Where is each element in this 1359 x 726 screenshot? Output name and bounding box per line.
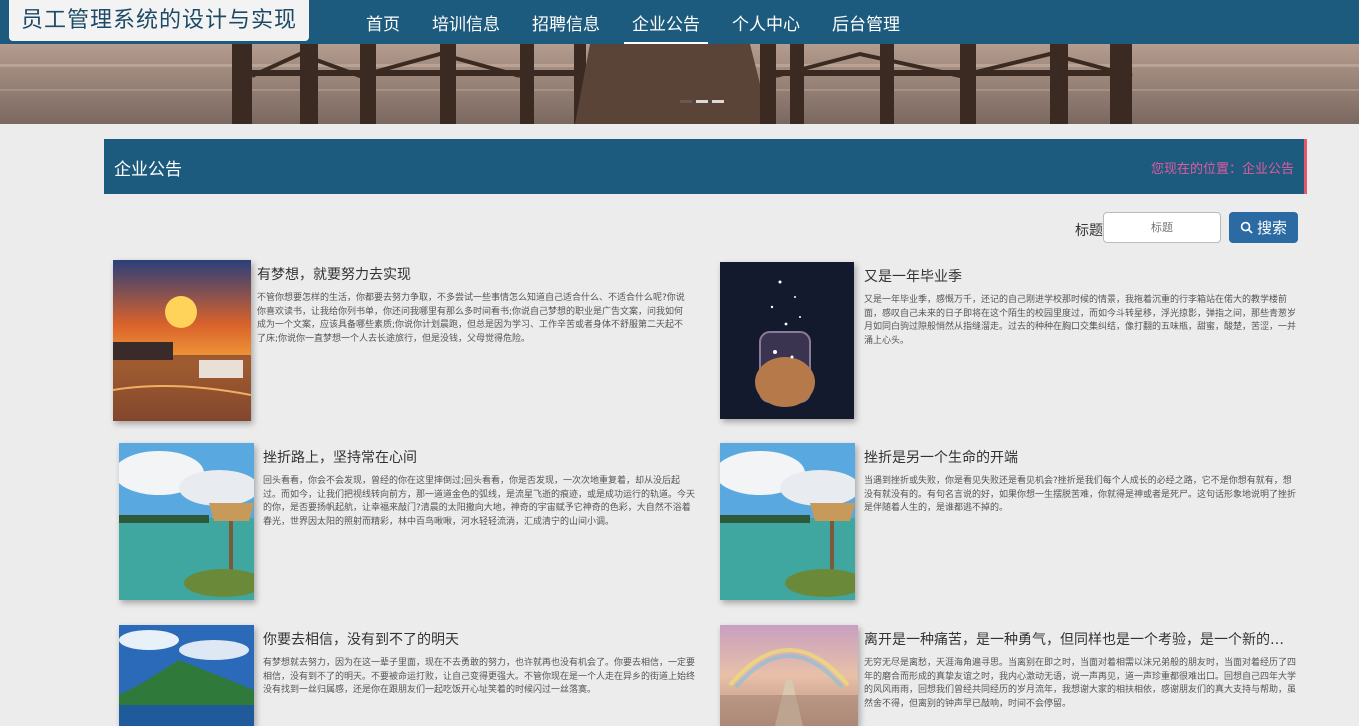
list-item[interactable]: 挫折是另一个生命的开端 当遇到挫折或失败，你是看见失败还是看见机会?挫折是我们每… bbox=[720, 443, 1300, 603]
announcement-summary: 无穷无尽是离愁，天涯海角遍寻思。当离别在即之时，当面对着相需以沫兄弟般的朋友时，… bbox=[864, 658, 1297, 709]
top-nav: 员工管理系统的设计与实现 首页 培训信息 招聘信息 企业公告 个人中心 后台管理 bbox=[0, 0, 1359, 44]
nav-item-admin[interactable]: 后台管理 bbox=[816, 0, 916, 44]
announcement-title[interactable]: 又是一年毕业季 bbox=[864, 266, 1296, 286]
announcement-summary: 当遇到挫折或失败，你是看见失败还是看见机会?挫折是我们每个人成长的必经之路，它不… bbox=[864, 476, 1297, 513]
banner-image bbox=[0, 44, 1359, 124]
list-item[interactable]: 离开是一种痛苦，是一种勇气，但同样也是一个考验，是一个新的开始 无穷无尽是离愁，… bbox=[720, 625, 1300, 726]
list-item[interactable]: 又是一年毕业季 又是一年毕业季，感慨万千，还记的自己刚进学校那时候的情景，我拖着… bbox=[720, 262, 1300, 422]
carousel-dot[interactable] bbox=[680, 100, 692, 103]
search-button-label: 搜索 bbox=[1256, 220, 1287, 237]
nav-menu: 首页 培训信息 招聘信息 企业公告 个人中心 后台管理 bbox=[350, 0, 916, 44]
section-title: 企业公告 bbox=[114, 160, 182, 180]
announcement-summary: 有梦想就去努力，因为在这一辈子里面，现在不去勇敢的努力，也许就再也没有机会了。你… bbox=[263, 658, 696, 695]
announcement-thumbnail[interactable] bbox=[119, 625, 254, 726]
announcement-summary: 又是一年毕业季，感慨万千，还记的自己刚进学校那时候的情景，我拖着沉重的行李箱站在… bbox=[864, 295, 1297, 346]
search-input[interactable] bbox=[1103, 212, 1221, 243]
carousel-dot[interactable] bbox=[712, 100, 724, 103]
list-item[interactable]: 你要去相信，没有到不了的明天 有梦想就去努力，因为在这一辈子里面，现在不去勇敢的… bbox=[119, 625, 699, 726]
announcement-title[interactable]: 挫折是另一个生命的开端 bbox=[864, 447, 1296, 467]
breadcrumb: 您现在的位置：企业公告 bbox=[1150, 162, 1294, 177]
announcement-title[interactable]: 离开是一种痛苦，是一种勇气，但同样也是一个考验，是一个新的开始 bbox=[864, 629, 1296, 649]
search-icon bbox=[1240, 221, 1253, 234]
site-logo[interactable]: 员工管理系统的设计与实现 bbox=[9, 0, 309, 41]
search-button[interactable]: 搜索 bbox=[1229, 212, 1298, 243]
announcement-thumbnail[interactable] bbox=[720, 625, 858, 726]
site-title: 员工管理系统的设计与实现 bbox=[20, 7, 297, 33]
announcement-thumbnail[interactable] bbox=[720, 262, 854, 419]
list-item[interactable]: 挫折路上，坚持常在心间 回头看看，你会不会发现，曾经的你在这里摔倒过;回头看看，… bbox=[119, 443, 699, 603]
search-label: 标题 bbox=[1075, 223, 1103, 239]
section-header: 企业公告 您现在的位置：企业公告 bbox=[104, 139, 1307, 194]
nav-item-personal-center[interactable]: 个人中心 bbox=[716, 0, 816, 44]
nav-item-announcements[interactable]: 企业公告 bbox=[616, 0, 716, 44]
announcement-thumbnail[interactable] bbox=[720, 443, 855, 600]
announcement-title[interactable]: 有梦想，就要努力去实现 bbox=[257, 264, 689, 284]
nav-item-recruitment[interactable]: 招聘信息 bbox=[516, 0, 616, 44]
list-item[interactable]: 有梦想，就要努力去实现 不管你想要怎样的生活，你都要去努力争取，不多尝试一些事情… bbox=[113, 260, 693, 425]
announcement-summary: 回头看看，你会不会发现，曾经的你在这里摔倒过;回头看看，你是否发现，一次次地重复… bbox=[263, 476, 696, 527]
carousel-indicators bbox=[680, 100, 724, 103]
announcement-title[interactable]: 你要去相信，没有到不了的明天 bbox=[263, 629, 695, 649]
nav-item-training[interactable]: 培训信息 bbox=[416, 0, 516, 44]
announcement-thumbnail[interactable] bbox=[119, 443, 254, 600]
announcement-thumbnail[interactable] bbox=[113, 260, 251, 421]
announcement-summary: 不管你想要怎样的生活，你都要去努力争取，不多尝试一些事情怎么知道自己适合什么、不… bbox=[257, 293, 685, 344]
nav-item-home[interactable]: 首页 bbox=[350, 0, 416, 44]
carousel-dot[interactable] bbox=[696, 100, 708, 103]
announcement-title[interactable]: 挫折路上，坚持常在心间 bbox=[263, 447, 695, 467]
